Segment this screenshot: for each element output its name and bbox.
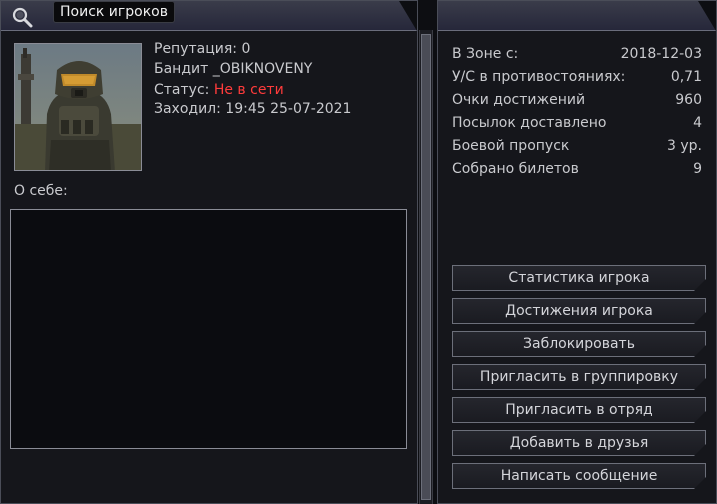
stat-row-kd-ratio: У/С в противостояниях: 0,71 bbox=[452, 66, 702, 88]
stat-label: В Зоне с: bbox=[452, 46, 519, 62]
stat-row-battle-pass: Боевой пропуск 3 ур. bbox=[452, 135, 702, 157]
status-line: Статус: Не в сети bbox=[154, 81, 284, 99]
avatar bbox=[14, 43, 142, 171]
stat-value: 9 bbox=[693, 161, 702, 177]
stat-row-achievement-points: Очки достижений 960 bbox=[452, 89, 702, 111]
invite-to-faction-button[interactable]: Пригласить в группировку bbox=[452, 364, 706, 390]
send-message-button[interactable]: Написать сообщение bbox=[452, 463, 706, 489]
header-notch bbox=[698, 1, 716, 31]
stat-label: У/С в противостояниях: bbox=[452, 69, 626, 85]
reputation-text: Репутация: 0 bbox=[154, 41, 251, 57]
stat-value: 4 bbox=[693, 115, 702, 131]
stat-row-tickets-collected: Собрано билетов 9 bbox=[452, 158, 702, 180]
stat-value: 0,71 bbox=[670, 69, 702, 85]
player-profile-panel: Поиск игроков Репутация: 0 Бандит _OBIKN… bbox=[0, 0, 418, 504]
stats-header-bar bbox=[438, 1, 716, 31]
about-label: О себе: bbox=[14, 183, 68, 199]
about-text-box bbox=[10, 209, 407, 449]
stat-label: Посылок доставлено bbox=[452, 115, 607, 131]
stat-label: Очки достижений bbox=[452, 92, 586, 108]
scrollbar[interactable] bbox=[419, 30, 433, 504]
scroll-thumb[interactable] bbox=[421, 34, 431, 500]
header-notch bbox=[399, 1, 417, 31]
stat-label: Собрано билетов bbox=[452, 161, 579, 177]
search-players-tooltip: Поиск игроков bbox=[53, 1, 175, 23]
player-achievements-button[interactable]: Достижения игрока bbox=[452, 298, 706, 324]
invite-to-squad-button[interactable]: Пригласить в отряд bbox=[452, 397, 706, 423]
status-label: Статус: bbox=[154, 82, 210, 98]
stat-row-parcels-delivered: Посылок доставлено 4 bbox=[452, 112, 702, 134]
player-stats-panel: В Зоне с: 2018-12-03 У/С в противостояни… bbox=[437, 0, 717, 504]
search-icon[interactable] bbox=[11, 6, 33, 28]
stat-row-zone-since: В Зоне с: 2018-12-03 bbox=[452, 43, 702, 65]
stat-value: 3 ур. bbox=[667, 138, 702, 154]
player-name: Бандит _OBIKNOVENY bbox=[154, 61, 313, 77]
stat-label: Боевой пропуск bbox=[452, 138, 570, 154]
player-statistics-button[interactable]: Статистика игрока bbox=[452, 265, 706, 291]
stat-value: 2018-12-03 bbox=[620, 46, 702, 62]
block-player-button[interactable]: Заблокировать bbox=[452, 331, 706, 357]
add-friend-button[interactable]: Добавить в друзья bbox=[452, 430, 706, 456]
last-seen-text: Заходил: 19:45 25-07-2021 bbox=[154, 101, 352, 117]
status-value: Не в сети bbox=[213, 82, 284, 98]
stat-value: 960 bbox=[675, 92, 702, 108]
